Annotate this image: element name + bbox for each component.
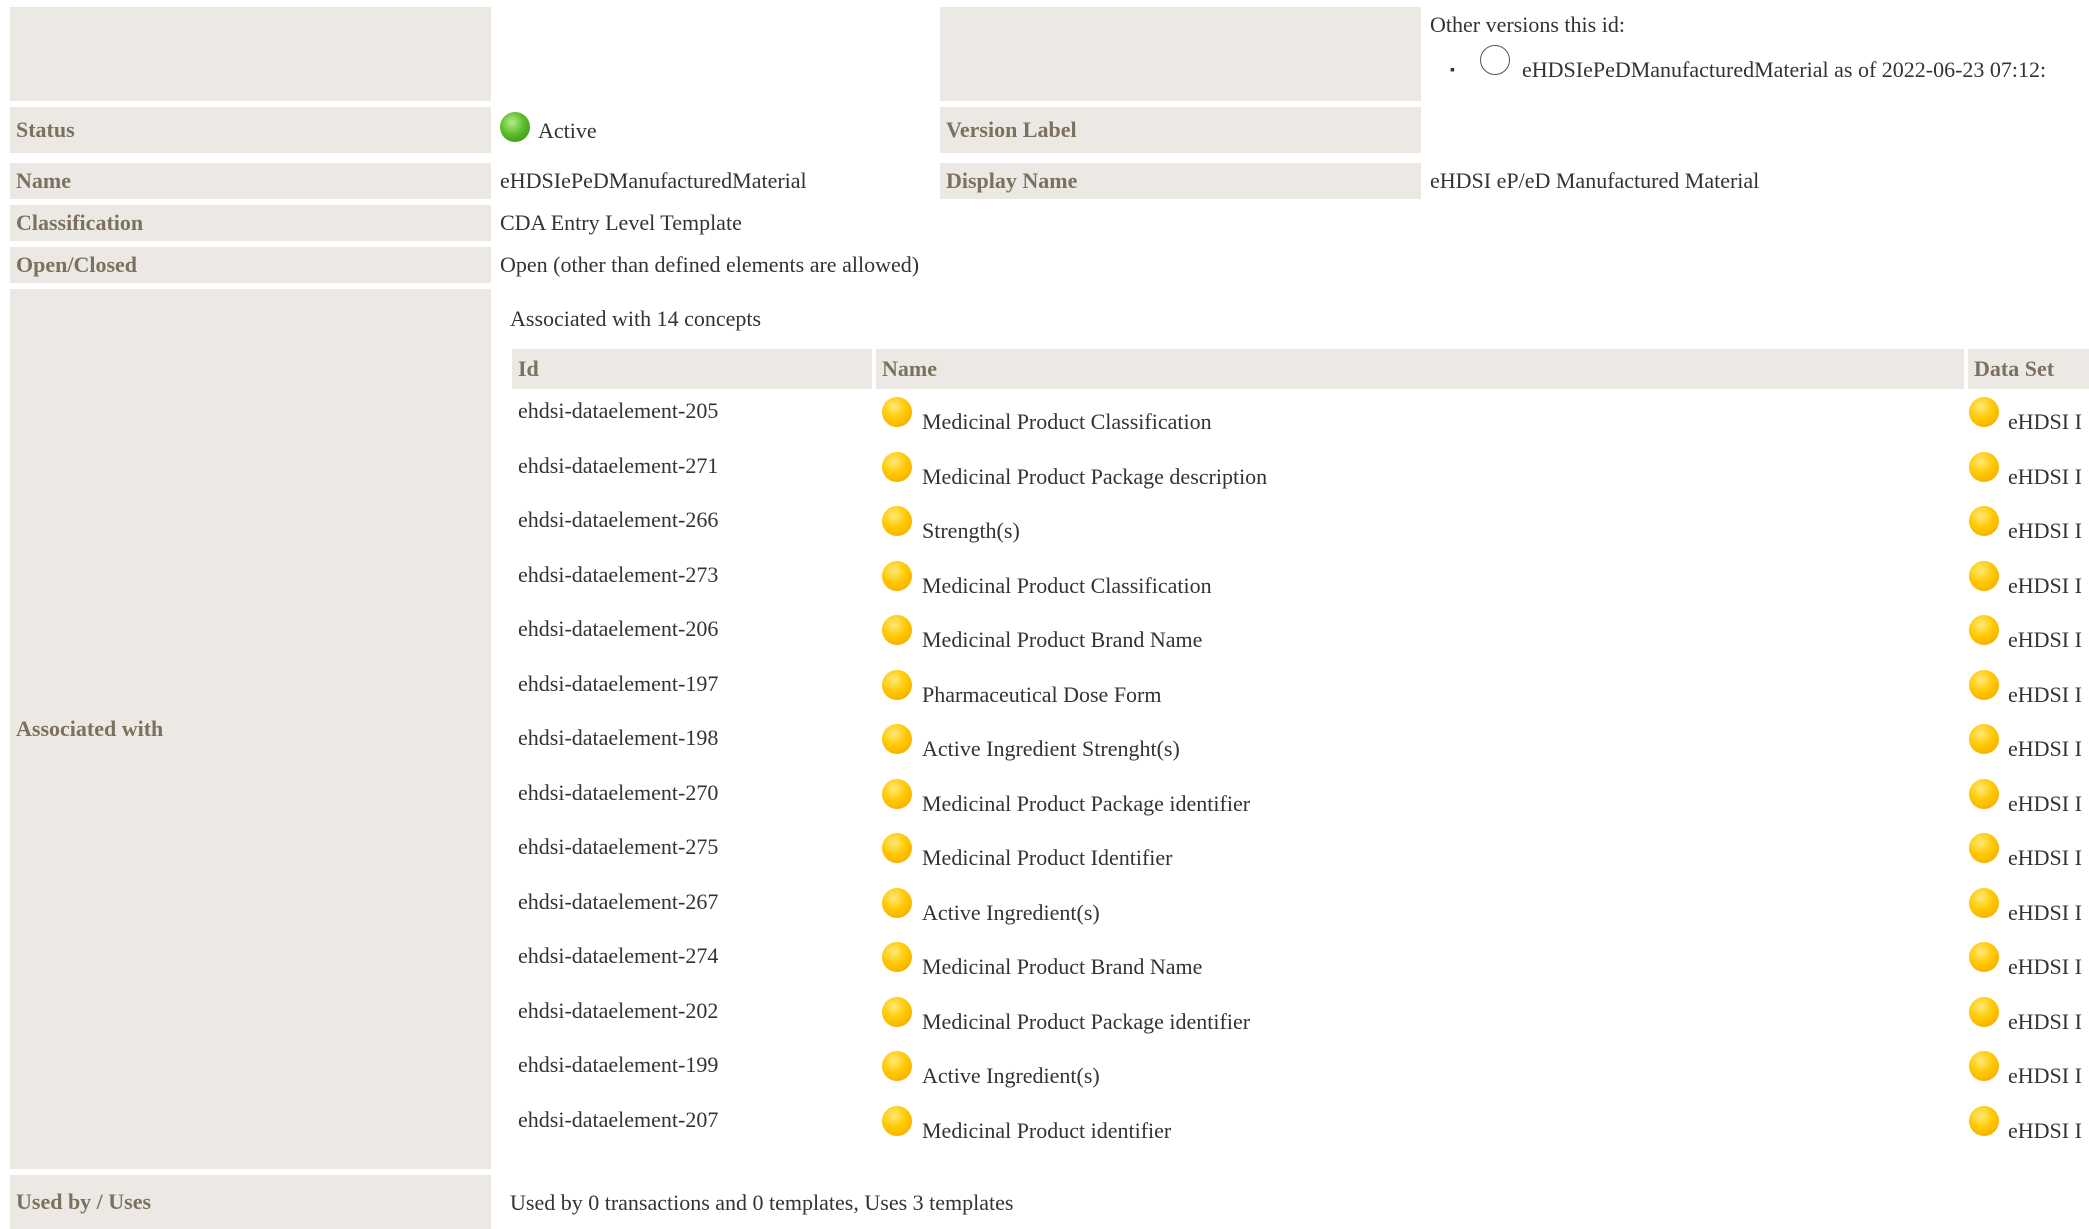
concept-id[interactable]: ehdsi-dataelement-198 [518, 725, 718, 751]
yellow-dot-icon [882, 451, 912, 482]
status-label: Status [10, 107, 491, 153]
concept-name[interactable]: Active Ingredient(s) [922, 1063, 1100, 1089]
yellow-dot-icon [882, 887, 912, 918]
status-text: Active [538, 118, 597, 143]
yellow-dot-icon [1969, 1051, 1999, 1081]
concept-name[interactable]: Medicinal Product Package description [922, 464, 1267, 490]
yellow-dot-icon [1969, 669, 1999, 700]
yellow-dot-icon [1969, 506, 1999, 536]
yellow-dot-icon [882, 397, 912, 427]
display-name-label: Display Name [940, 163, 1421, 199]
concept-dataset[interactable]: eHDSI I [2008, 791, 2082, 817]
concept-name[interactable]: Medicinal Product Classification [922, 409, 1212, 435]
yellow-dot-icon [882, 1051, 912, 1081]
yellow-dot-icon [882, 996, 912, 1027]
yellow-dot-icon [1969, 887, 1999, 918]
empty-circle-icon[interactable] [1480, 45, 1511, 75]
concept-dataset[interactable]: eHDSI I [2008, 682, 2082, 708]
classification-label: Classification [10, 205, 491, 241]
other-versions-heading: Other versions this id: [1430, 12, 1625, 37]
concept-id[interactable]: ehdsi-dataelement-206 [518, 616, 718, 642]
concept-name[interactable]: Medicinal Product Package identifier [922, 791, 1250, 817]
concept-name[interactable]: Medicinal Product Brand Name [922, 627, 1202, 653]
concept-dataset[interactable]: eHDSI I [2008, 627, 2082, 653]
header-blank-cell-middle [940, 7, 1421, 101]
concept-dataset[interactable]: eHDSI I [2008, 409, 2082, 435]
concept-dataset[interactable]: eHDSI I [2008, 900, 2082, 926]
concept-name[interactable]: Strength(s) [922, 518, 1020, 544]
concept-id[interactable]: ehdsi-dataelement-275 [518, 834, 718, 860]
concept-name[interactable]: Medicinal Product Package identifier [922, 1009, 1250, 1035]
classification-value: CDA Entry Level Template [500, 210, 742, 235]
concept-dataset[interactable]: eHDSI I [2008, 1009, 2082, 1035]
yellow-dot-icon [882, 669, 912, 700]
header-blank-cell-left [10, 7, 491, 101]
open-closed-value: Open (other than defined elements are al… [500, 252, 920, 277]
concept-dataset[interactable]: eHDSI I [2008, 1118, 2082, 1144]
yellow-dot-icon [1969, 833, 1999, 863]
concept-id[interactable]: ehdsi-dataelement-274 [518, 943, 718, 969]
yellow-dot-icon [882, 1105, 912, 1136]
concept-dataset[interactable]: eHDSI I [2008, 954, 2082, 980]
concept-name[interactable]: Medicinal Product Classification [922, 573, 1212, 599]
yellow-dot-icon [1969, 615, 1999, 645]
green-dot-icon [500, 112, 530, 142]
display-name-value: eHDSI eP/eD Manufactured Material [1430, 168, 1760, 193]
concept-name[interactable]: Medicinal Product Identifier [922, 845, 1172, 871]
yellow-dot-icon [1969, 560, 1999, 591]
bullet-icon: ▪ [1450, 63, 1455, 78]
concept-name[interactable]: Active Ingredient Strenght(s) [922, 736, 1180, 762]
concept-id[interactable]: ehdsi-dataelement-207 [518, 1107, 718, 1133]
used-by-value: Used by 0 transactions and 0 templates, … [510, 1190, 1014, 1215]
yellow-dot-icon [882, 778, 912, 809]
concept-name[interactable]: Pharmaceutical Dose Form [922, 682, 1162, 708]
concept-name[interactable]: Medicinal Product Brand Name [922, 954, 1202, 980]
concept-id[interactable]: ehdsi-dataelement-202 [518, 998, 718, 1024]
yellow-dot-icon [1969, 778, 1999, 809]
concepts-table-header-id: Id [512, 349, 872, 389]
concept-id[interactable]: ehdsi-dataelement-266 [518, 507, 718, 533]
concept-dataset[interactable]: eHDSI I [2008, 736, 2082, 762]
yellow-dot-icon [882, 833, 912, 863]
name-value: eHDSIePeDManufacturedMaterial [500, 168, 807, 193]
concept-id[interactable]: ehdsi-dataelement-205 [518, 398, 718, 424]
yellow-dot-icon [1969, 996, 1999, 1027]
yellow-dot-icon [882, 560, 912, 591]
concept-dataset[interactable]: eHDSI I [2008, 573, 2082, 599]
concept-dataset[interactable]: eHDSI I [2008, 845, 2082, 871]
concept-id[interactable]: ehdsi-dataelement-199 [518, 1052, 718, 1078]
name-label: Name [10, 163, 491, 199]
other-version-link[interactable]: eHDSIePeDManufacturedMaterial as of 2022… [1522, 57, 2046, 82]
concept-id[interactable]: ehdsi-dataelement-273 [518, 562, 718, 588]
concept-id[interactable]: ehdsi-dataelement-197 [518, 671, 718, 697]
concepts-summary: Associated with 14 concepts [510, 306, 762, 331]
concept-dataset[interactable]: eHDSI I [2008, 464, 2082, 490]
yellow-dot-icon [1969, 397, 1999, 427]
yellow-dot-icon [882, 615, 912, 645]
status-value: Active [500, 112, 597, 144]
yellow-dot-icon [882, 942, 912, 972]
associated-with-label: Associated with [10, 289, 491, 1169]
yellow-dot-icon [1969, 1105, 1999, 1136]
other-version-item: ▪ eHDSIePeDManufacturedMaterial as of 20… [1450, 45, 2046, 83]
concepts-table-header-name: Name [876, 349, 1964, 389]
used-by-label: Used by / Uses [10, 1175, 491, 1229]
yellow-dot-icon [1969, 451, 1999, 482]
open-closed-label: Open/Closed [10, 247, 491, 283]
concept-id[interactable]: ehdsi-dataelement-270 [518, 780, 718, 806]
concept-name[interactable]: Active Ingredient(s) [922, 900, 1100, 926]
yellow-dot-icon [1969, 724, 1999, 754]
concepts-table-header-dataset: Data Set [1968, 349, 2089, 389]
concept-id[interactable]: ehdsi-dataelement-267 [518, 889, 718, 915]
concept-dataset[interactable]: eHDSI I [2008, 518, 2082, 544]
yellow-dot-icon [882, 506, 912, 536]
yellow-dot-icon [1969, 942, 1999, 972]
version-label-label: Version Label [940, 107, 1421, 153]
concept-dataset[interactable]: eHDSI I [2008, 1063, 2082, 1089]
concept-id[interactable]: ehdsi-dataelement-271 [518, 453, 718, 479]
yellow-dot-icon [882, 724, 912, 754]
concept-name[interactable]: Medicinal Product identifier [922, 1118, 1171, 1144]
